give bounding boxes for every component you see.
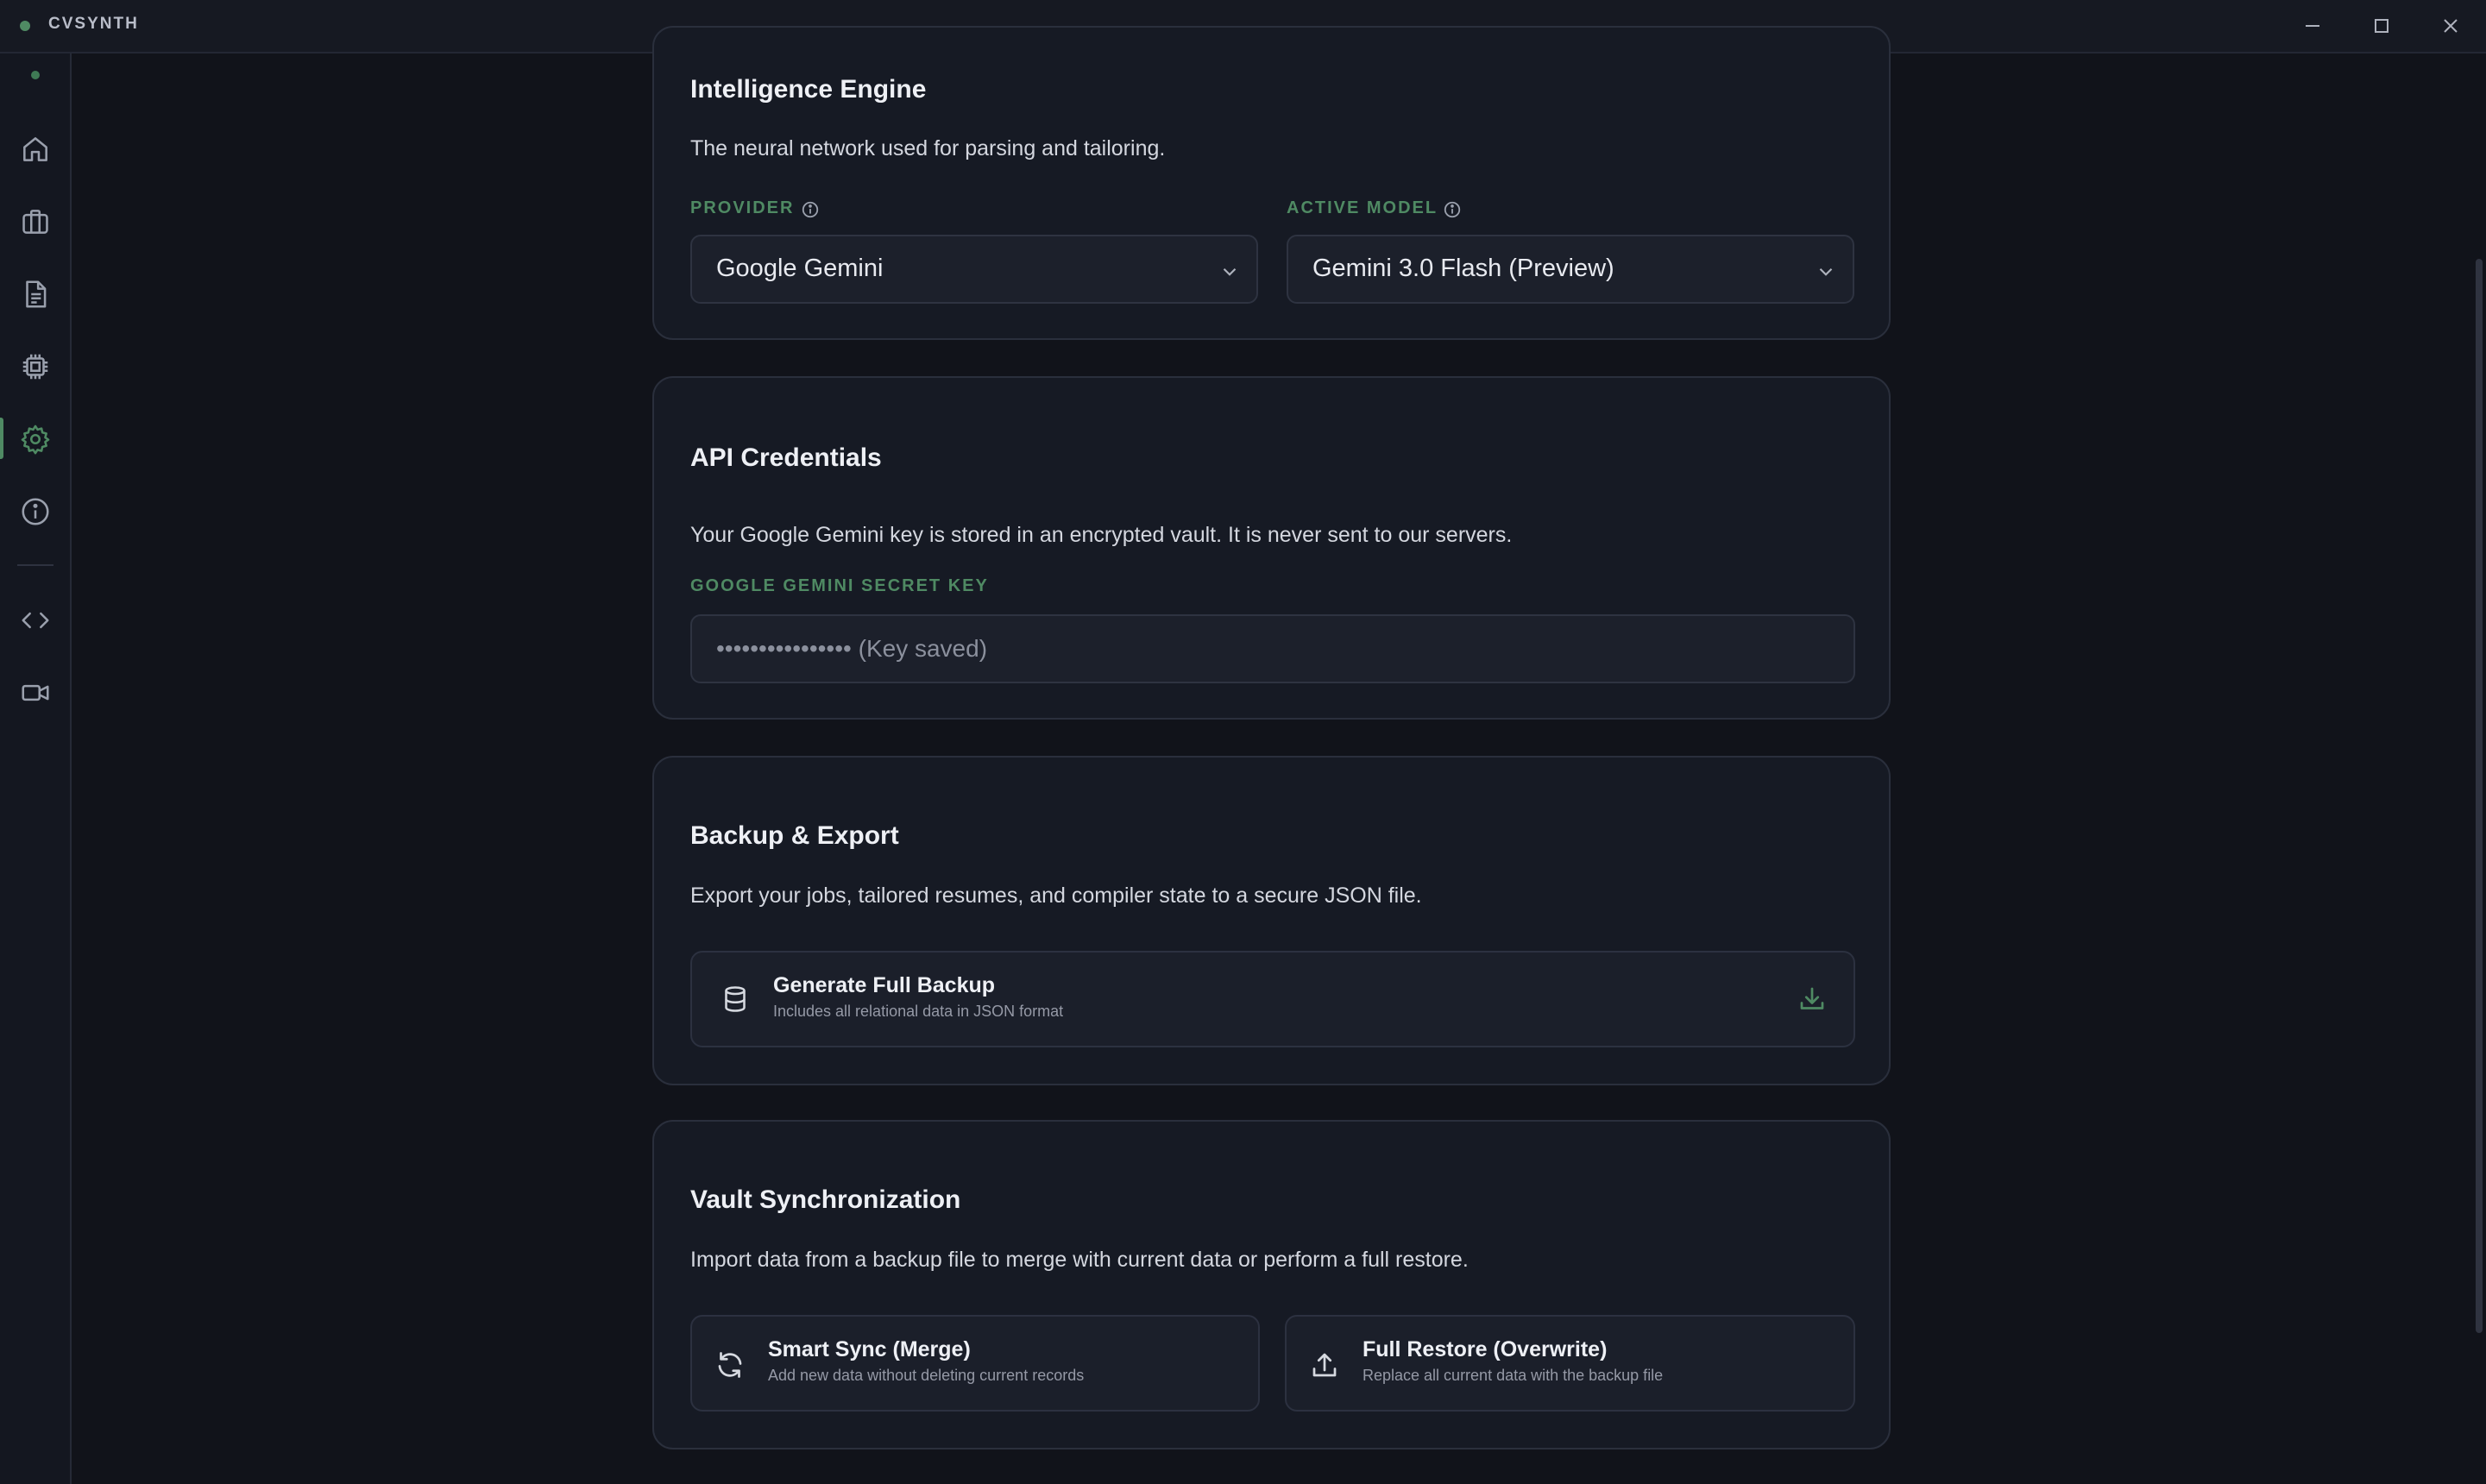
document-icon bbox=[26, 280, 47, 308]
database-icon bbox=[725, 986, 746, 1012]
chevron-down-icon bbox=[1819, 267, 1833, 276]
intelligence-engine-title: Intelligence Engine bbox=[690, 75, 927, 104]
close-icon[interactable] bbox=[2433, 10, 2468, 41]
scrollbar-thumb[interactable] bbox=[2476, 259, 2483, 1333]
active-model-select[interactable]: Gemini 3.0 Flash (Preview) bbox=[1287, 235, 1854, 304]
smart-sync-title: Smart Sync (Merge) bbox=[768, 1337, 971, 1361]
full-restore-subtitle: Replace all current data with the backup… bbox=[1363, 1367, 1664, 1384]
full-restore-button[interactable]: Full Restore (Overwrite) Replace all cur… bbox=[1285, 1315, 1855, 1412]
gear-icon bbox=[21, 424, 50, 455]
full-restore-title: Full Restore (Overwrite) bbox=[1363, 1337, 1608, 1361]
intelligence-engine-description: The neural network used for parsing and … bbox=[690, 136, 1166, 160]
sidebar bbox=[0, 53, 72, 1484]
chevron-down-icon bbox=[1223, 267, 1237, 276]
smart-sync-button[interactable]: Smart Sync (Merge) Add new data without … bbox=[690, 1315, 1260, 1412]
refresh-icon bbox=[718, 1352, 742, 1378]
backup-export-card: Backup & Export Export your jobs, tailor… bbox=[652, 756, 1891, 1085]
sidebar-item-settings[interactable] bbox=[0, 412, 72, 464]
api-credentials-description: Your Google Gemini key is stored in an e… bbox=[690, 523, 1513, 547]
sidebar-item-about[interactable] bbox=[0, 485, 72, 537]
sidebar-item-developer[interactable] bbox=[0, 594, 72, 645]
smart-sync-subtitle: Add new data without deleting current re… bbox=[768, 1367, 1085, 1384]
sidebar-item-compiler[interactable] bbox=[0, 340, 72, 392]
vault-sync-card: Vault Synchronization Import data from a… bbox=[652, 1120, 1891, 1449]
sidebar-item-recording[interactable] bbox=[0, 666, 72, 718]
secret-key-placeholder: •••••••••••••••• (Key saved) bbox=[716, 635, 988, 662]
provider-label: PROVIDER bbox=[690, 198, 795, 217]
download-icon bbox=[1800, 987, 1824, 1009]
provider-info-icon[interactable] bbox=[801, 200, 820, 219]
cpu-chip-icon bbox=[22, 354, 48, 380]
app-status-dot bbox=[20, 21, 30, 31]
sidebar-divider bbox=[17, 564, 53, 566]
info-icon bbox=[22, 498, 49, 525]
sidebar-item-jobs[interactable] bbox=[0, 195, 72, 247]
provider-select-value: Google Gemini bbox=[716, 255, 884, 282]
app-title: CVSYNTH bbox=[48, 15, 139, 33]
api-credentials-title: API Credentials bbox=[690, 443, 882, 472]
sidebar-status-dot bbox=[31, 71, 40, 79]
backup-export-description: Export your jobs, tailored resumes, and … bbox=[690, 883, 1422, 908]
code-icon bbox=[22, 612, 49, 629]
active-model-label: ACTIVE MODEL bbox=[1287, 198, 1438, 217]
generate-backup-button[interactable]: Generate Full Backup Includes all relati… bbox=[690, 951, 1855, 1047]
secret-key-input[interactable]: •••••••••••••••• (Key saved) bbox=[690, 614, 1855, 683]
vault-sync-title: Vault Synchronization bbox=[690, 1185, 961, 1214]
maximize-icon[interactable] bbox=[2364, 10, 2399, 41]
active-model-select-value: Gemini 3.0 Flash (Preview) bbox=[1312, 255, 1614, 282]
vault-sync-description: Import data from a backup file to merge … bbox=[690, 1248, 1469, 1272]
generate-backup-title: Generate Full Backup bbox=[773, 973, 996, 997]
api-credentials-card: API Credentials Your Google Gemini key i… bbox=[652, 376, 1891, 720]
sidebar-item-home[interactable] bbox=[0, 123, 72, 174]
home-icon bbox=[23, 137, 47, 161]
provider-select[interactable]: Google Gemini bbox=[690, 235, 1258, 304]
active-model-info-icon[interactable] bbox=[1443, 200, 1462, 219]
video-camera-icon bbox=[22, 684, 49, 701]
briefcase-icon bbox=[22, 210, 48, 234]
generate-backup-subtitle: Includes all relational data in JSON for… bbox=[773, 1003, 1064, 1020]
intelligence-engine-card: Intelligence Engine The neural network u… bbox=[652, 26, 1891, 340]
secret-key-label: GOOGLE GEMINI SECRET KEY bbox=[690, 576, 989, 595]
backup-export-title: Backup & Export bbox=[690, 821, 899, 850]
upload-icon bbox=[1312, 1353, 1337, 1377]
minimize-icon[interactable] bbox=[2295, 10, 2330, 41]
sidebar-item-documents[interactable] bbox=[0, 267, 72, 319]
